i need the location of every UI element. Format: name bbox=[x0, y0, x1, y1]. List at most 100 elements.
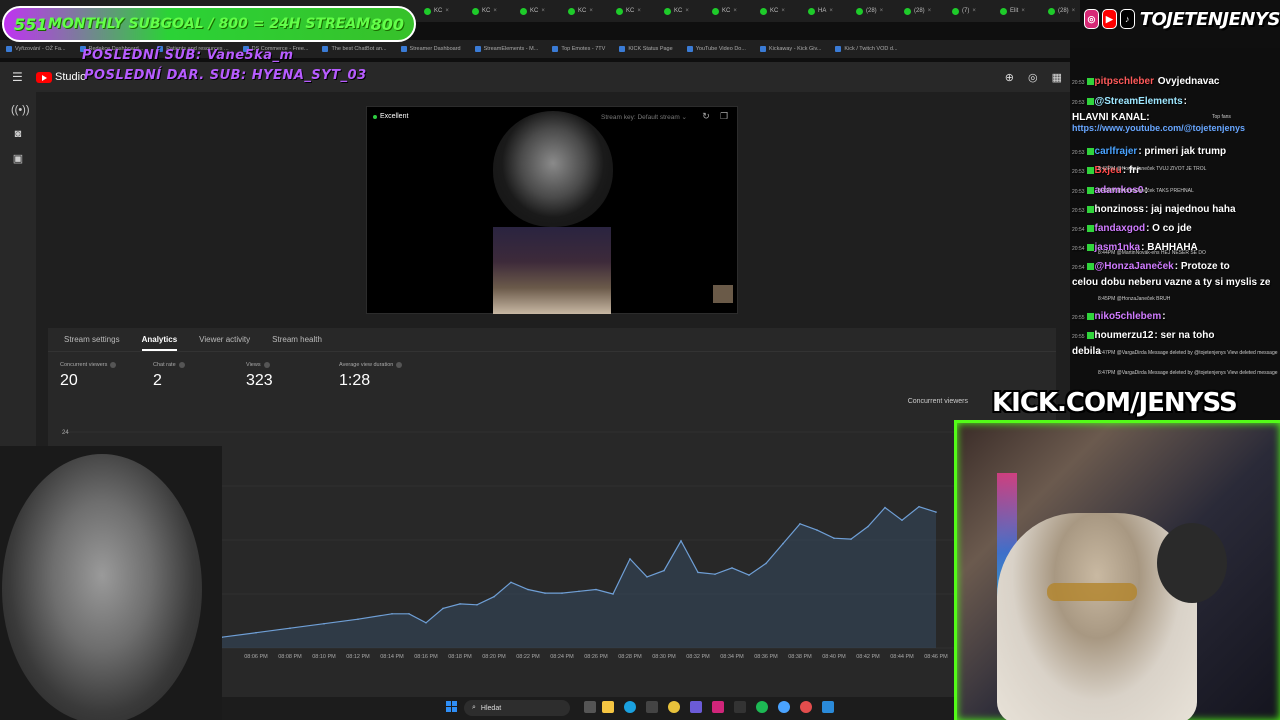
obs-icon[interactable] bbox=[712, 701, 724, 713]
chat-text: : bbox=[1183, 96, 1187, 107]
x-tick-label: 08:20 PM bbox=[482, 654, 506, 660]
social-handles: ◎ ▶ ♪ TOJETENJENYS bbox=[1084, 4, 1280, 34]
streamer-webcam bbox=[954, 420, 1280, 720]
data-point bbox=[901, 519, 903, 521]
chat-username[interactable]: houmerzu12 bbox=[1095, 330, 1154, 341]
badge-icon bbox=[1086, 166, 1094, 174]
data-point bbox=[646, 576, 648, 578]
taskbar-search-label: Hledat bbox=[480, 704, 502, 712]
chat-username[interactable]: debila bbox=[1072, 346, 1101, 357]
chat-secondary-message: 8:47PM @VargaDirda Message deleted by @t… bbox=[1098, 370, 1278, 376]
x-tick-label: 08:12 PM bbox=[346, 654, 370, 660]
chat-username[interactable]: @StreamElements bbox=[1095, 96, 1183, 107]
data-point bbox=[935, 511, 937, 513]
spotify-icon[interactable] bbox=[756, 701, 768, 713]
chat-message: HLAVNÍ KANÁL: bbox=[1072, 112, 1278, 123]
data-point bbox=[833, 537, 835, 539]
chat-timestamp: 20:53 bbox=[1072, 80, 1085, 86]
y-tick-label: 24 bbox=[62, 430, 69, 436]
taskbar-search[interactable]: ⌕ Hledat bbox=[464, 700, 570, 716]
data-point bbox=[459, 603, 461, 605]
data-point bbox=[629, 558, 631, 560]
data-point bbox=[425, 622, 427, 624]
data-point bbox=[476, 604, 478, 606]
notes-icon[interactable] bbox=[822, 701, 834, 713]
x-tick-label: 08:44 PM bbox=[890, 654, 914, 660]
badge-icon bbox=[1086, 97, 1094, 105]
edge-icon[interactable] bbox=[624, 701, 636, 713]
chat-username[interactable]: fandaxgod bbox=[1095, 223, 1146, 234]
chat-username[interactable]: niko5chlebem bbox=[1095, 311, 1162, 322]
chat-username[interactable]: pitpschleber bbox=[1095, 76, 1154, 87]
chrome-icon[interactable] bbox=[668, 701, 680, 713]
chat-timestamp: 20:53 bbox=[1072, 189, 1085, 195]
windows-start-icon[interactable] bbox=[446, 701, 458, 713]
chat-username[interactable]: honzinoss bbox=[1095, 204, 1144, 215]
badge-icon bbox=[1086, 262, 1094, 270]
x-tick-label: 08:40 PM bbox=[822, 654, 846, 660]
data-point bbox=[493, 595, 495, 598]
data-point bbox=[782, 542, 784, 545]
chat-secondary-message: 8:45PM @HonzaJaneček BRUH bbox=[1098, 296, 1171, 302]
chat-username[interactable]: celou dobu neberu vazne a ty si myslis z… bbox=[1072, 277, 1270, 288]
data-point bbox=[527, 588, 529, 591]
task-view-icon[interactable] bbox=[584, 701, 596, 713]
data-point bbox=[442, 607, 444, 610]
search-icon: ⌕ bbox=[472, 704, 476, 711]
data-point bbox=[799, 523, 801, 525]
data-point bbox=[408, 613, 410, 615]
badge-icon bbox=[1086, 186, 1094, 194]
x-tick-label: 08:06 PM bbox=[244, 654, 268, 660]
chat-link[interactable]: https://www.youtube.com/@tojetenjenys bbox=[1072, 123, 1245, 133]
data-point bbox=[357, 618, 359, 620]
chat-message: celou dobu neberu vazne a ty si myslis z… bbox=[1072, 277, 1278, 288]
app-icon[interactable] bbox=[690, 701, 702, 713]
x-tick-label: 08:26 PM bbox=[584, 654, 608, 660]
x-tick-label: 08:28 PM bbox=[618, 654, 642, 660]
data-point bbox=[510, 581, 512, 584]
badge-icon bbox=[1086, 147, 1094, 155]
chat-message: 20:53 carlfrajer: primeri jak trump bbox=[1072, 146, 1278, 157]
face-image bbox=[2, 454, 202, 720]
x-tick-label: 08:32 PM bbox=[686, 654, 710, 660]
chat-text: : ser na toho bbox=[1154, 330, 1215, 341]
x-tick-label: 08:14 PM bbox=[380, 654, 404, 660]
chat-secondary-message: 8:44PM @MartinNovák-ehs HEJ NESER SE DO bbox=[1098, 250, 1206, 256]
chat-message: 20:55 niko5chlebem: bbox=[1072, 311, 1278, 322]
brand-name: TOJETENJENYS bbox=[1139, 8, 1280, 30]
x-tick-label: 08:30 PM bbox=[652, 654, 676, 660]
chat-username[interactable]: carlfrajer bbox=[1095, 146, 1138, 157]
data-point bbox=[289, 627, 291, 629]
chat-text: : Protoze to bbox=[1174, 261, 1230, 272]
browser-icon[interactable] bbox=[800, 701, 812, 713]
data-point bbox=[731, 567, 733, 569]
chrome-2-icon[interactable] bbox=[778, 701, 790, 713]
data-point bbox=[578, 590, 580, 593]
chat-username[interactable]: @HonzaJaneček bbox=[1095, 261, 1174, 272]
store-icon[interactable] bbox=[646, 701, 658, 713]
chat-username[interactable]: HLAVNÍ KANÁL: bbox=[1072, 112, 1150, 123]
chat-message: 20:53 pitpschleber Ovyjednavac bbox=[1072, 76, 1278, 87]
data-point bbox=[714, 573, 716, 575]
x-tick-label: 08:46 PM bbox=[924, 654, 948, 660]
data-point bbox=[765, 562, 767, 565]
x-tick-label: 08:18 PM bbox=[448, 654, 472, 660]
data-point bbox=[391, 613, 393, 615]
data-point bbox=[561, 592, 563, 594]
chat-timestamp: 20:55 bbox=[1072, 315, 1085, 321]
data-point bbox=[255, 631, 257, 634]
chat-timestamp: 20:53 bbox=[1072, 169, 1085, 175]
badge-icon bbox=[1086, 331, 1094, 339]
chat-message: 20:53 honzinoss: jaj najednou haha bbox=[1072, 204, 1278, 215]
terminal-icon[interactable] bbox=[734, 701, 746, 713]
badge-icon bbox=[1086, 312, 1094, 320]
chat-text: : O co jde bbox=[1146, 223, 1192, 234]
chat-panel: 20:53 pitpschleber Ovyjednavac 20:53 @Strea… bbox=[1070, 48, 1280, 420]
chat-secondary-message: 8:43PM @HonzaJaneček TVUJ ZIVOT JE TROL bbox=[1098, 166, 1207, 172]
glasses-shape bbox=[1047, 583, 1137, 601]
chat-timestamp: 20:53 bbox=[1072, 150, 1085, 156]
data-point bbox=[595, 588, 597, 591]
explorer-icon[interactable] bbox=[602, 701, 614, 713]
chat-timestamp: 20:54 bbox=[1072, 265, 1085, 271]
tiktok-icon: ♪ bbox=[1119, 9, 1135, 29]
